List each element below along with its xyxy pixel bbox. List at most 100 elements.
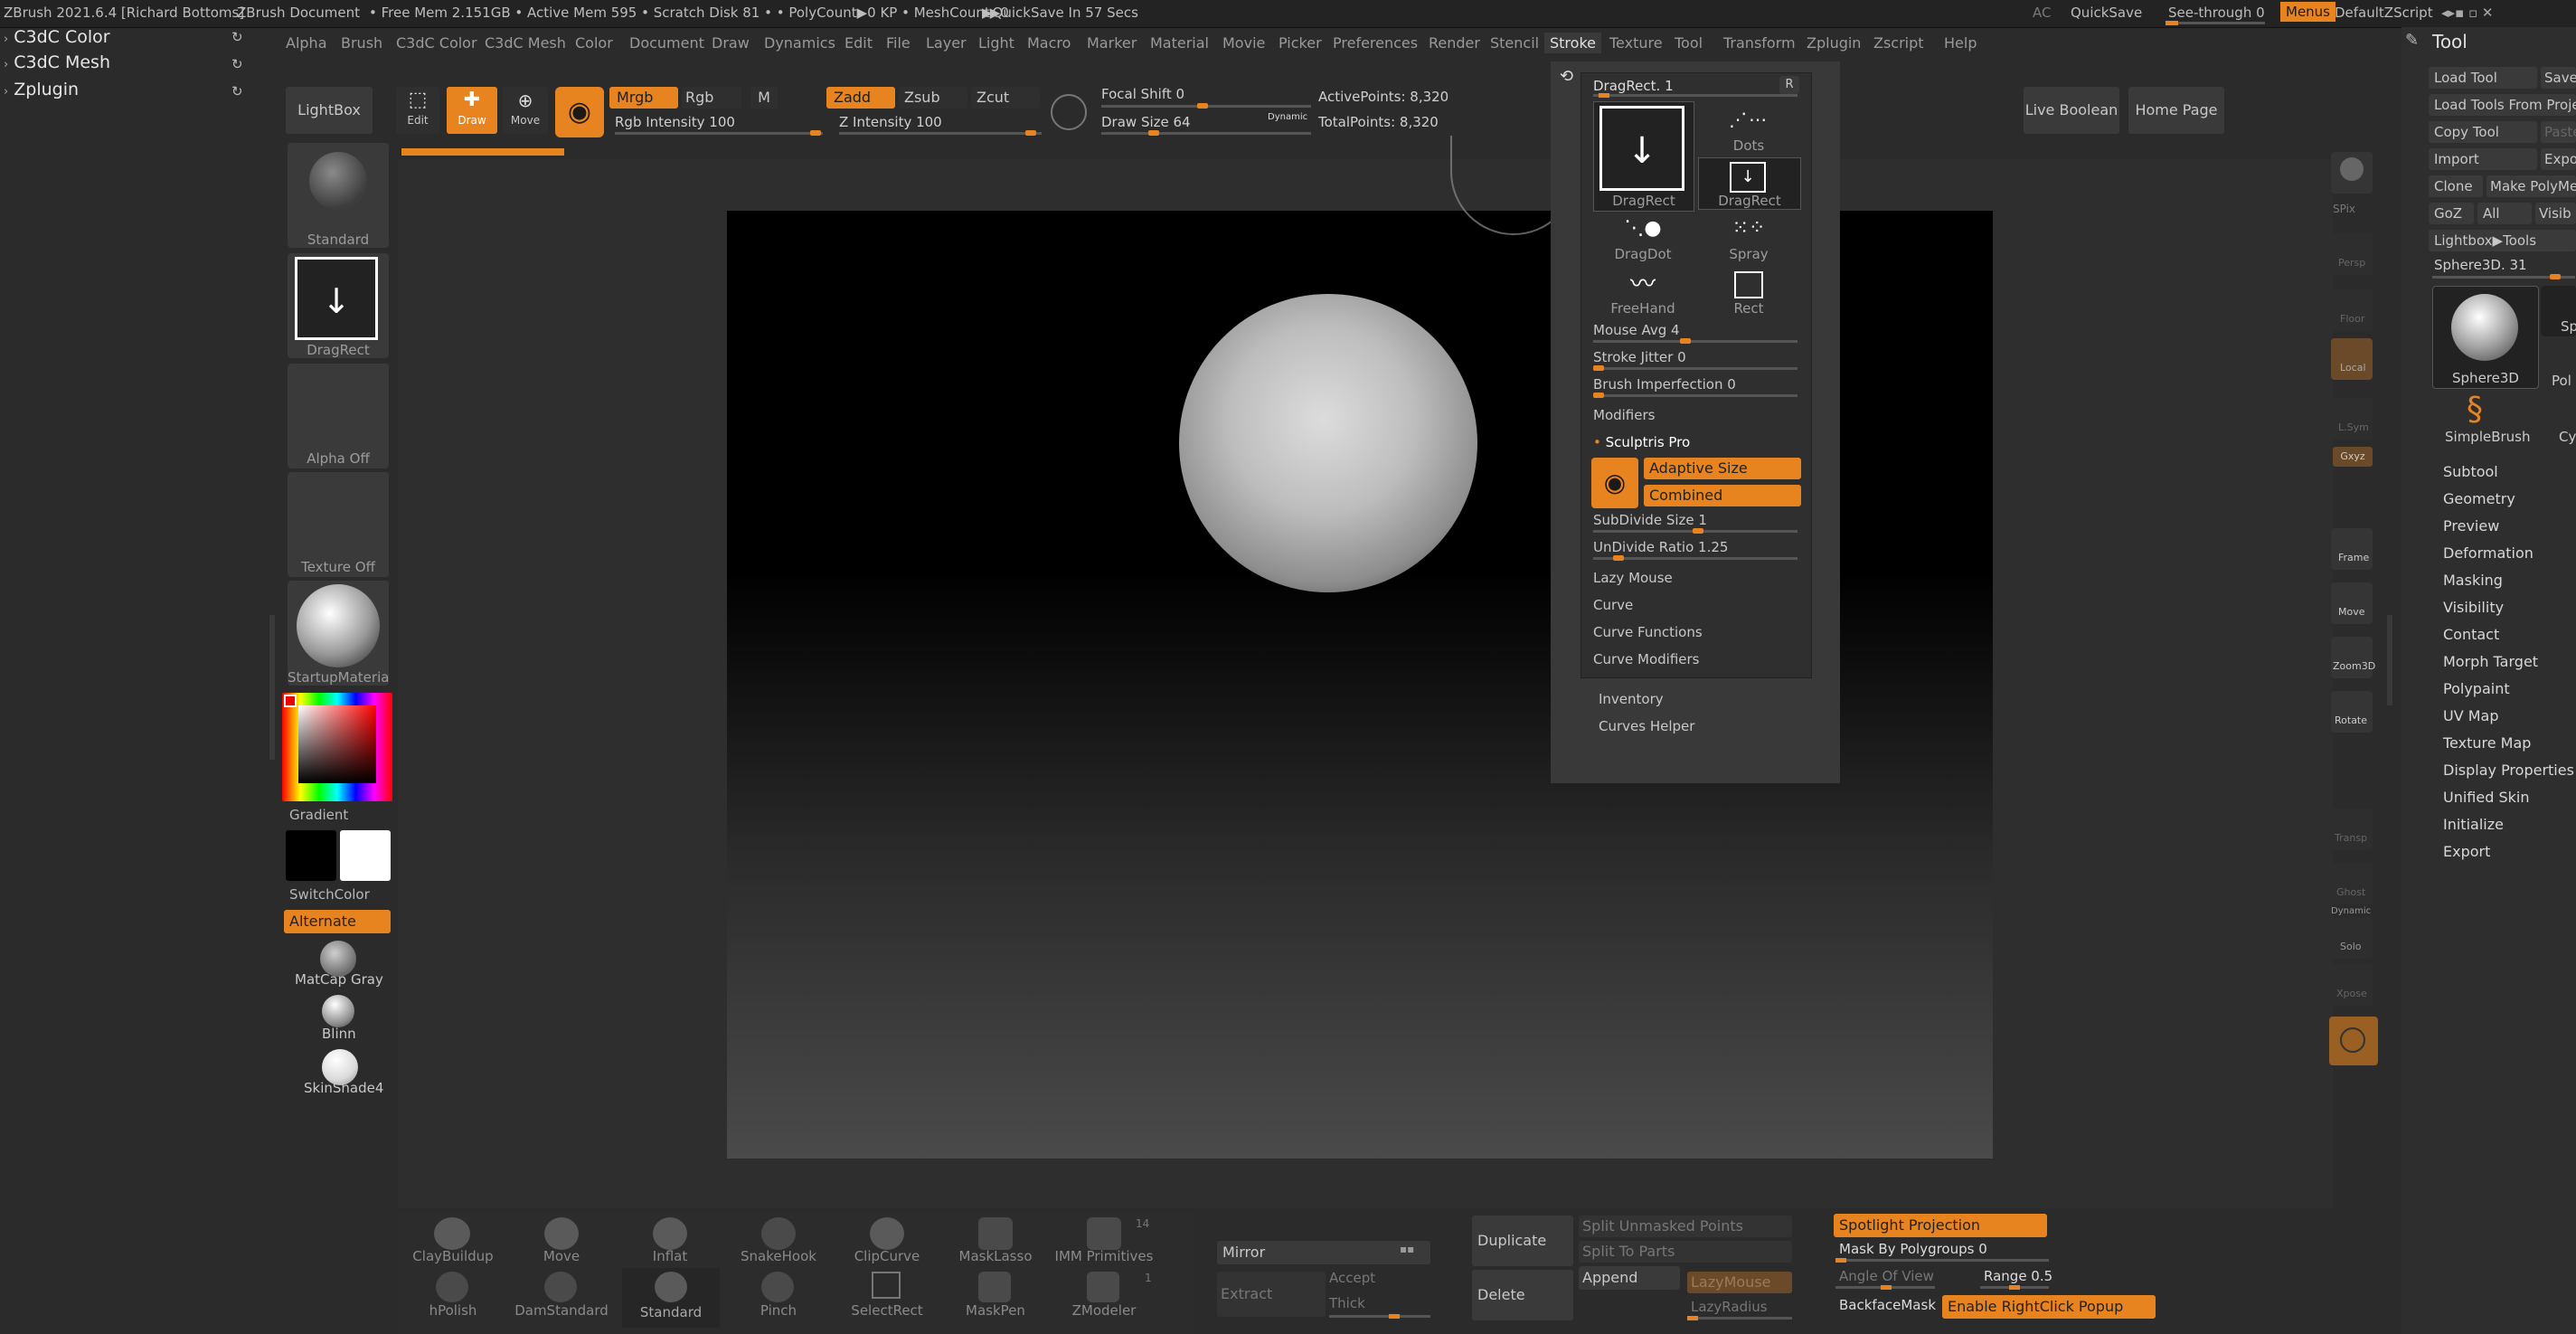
menu-dynamics[interactable]: Dynamics bbox=[764, 34, 835, 52]
thick-track[interactable] bbox=[1329, 1314, 1430, 1319]
alpha-thumbnail[interactable]: Alpha Off bbox=[288, 364, 389, 468]
masklasso-brush-icon[interactable] bbox=[978, 1217, 1013, 1250]
clipcurve-brush-icon[interactable] bbox=[870, 1217, 904, 1250]
export-tool-button[interactable]: Expo bbox=[2541, 148, 2576, 170]
ghost-button[interactable]: Ghost bbox=[2331, 863, 2373, 904]
undivide-ratio-knob[interactable] bbox=[1613, 555, 1624, 561]
z-intensity-track[interactable] bbox=[839, 132, 1042, 135]
standard-brush-selected[interactable]: Standard bbox=[622, 1268, 720, 1328]
menu-marker[interactable]: Marker bbox=[1087, 34, 1137, 52]
subdivide-size-slider[interactable]: SubDivide Size 1 bbox=[1593, 512, 1707, 528]
floor-button[interactable]: Floor bbox=[2331, 289, 2373, 331]
polypaint-subpalette[interactable]: Polypaint bbox=[2443, 680, 2510, 697]
clone-button[interactable]: Clone bbox=[2429, 175, 2483, 197]
move-button[interactable]: ⊕ Move bbox=[503, 87, 548, 134]
snakehook-brush-icon[interactable] bbox=[761, 1217, 796, 1250]
stroke-option-rect[interactable]: Rect bbox=[1698, 268, 1799, 318]
zmodeler-brush-icon[interactable] bbox=[1087, 1272, 1119, 1302]
mask-by-polygroups-track[interactable] bbox=[1835, 1258, 2049, 1263]
damstandard-brush-icon[interactable] bbox=[544, 1272, 577, 1302]
delete-button[interactable]: Delete bbox=[1472, 1270, 1573, 1320]
mirror-axis-icon[interactable]: ▪▪ bbox=[1400, 1243, 1414, 1255]
lazyradius-knob[interactable] bbox=[1687, 1316, 1698, 1320]
mouse-avg-knob[interactable] bbox=[1680, 338, 1691, 344]
z-intensity-slider[interactable]: Z Intensity 100 bbox=[839, 114, 942, 130]
stroke-slider-track[interactable] bbox=[1593, 93, 1798, 98]
lazyradius-slider[interactable]: LazyRadius bbox=[1691, 1299, 1768, 1315]
draw-size-track[interactable] bbox=[1101, 132, 1311, 135]
window-controls-icon[interactable]: ◂▸▪ ▫ ✕ bbox=[2441, 5, 2494, 21]
blinn-icon[interactable] bbox=[322, 995, 354, 1027]
menu-layer[interactable]: Layer bbox=[926, 34, 967, 52]
gxyz-button[interactable]: Gxyz bbox=[2333, 447, 2373, 467]
focal-shift-knob[interactable] bbox=[1197, 103, 1208, 109]
texture-map-subpalette[interactable]: Texture Map bbox=[2443, 734, 2531, 752]
copy-tool-button[interactable]: Copy Tool bbox=[2429, 121, 2537, 143]
draw-size-slider[interactable]: Draw Size 64 bbox=[1101, 114, 1191, 130]
goz-all-button[interactable]: All bbox=[2477, 203, 2532, 224]
tool-thumb-cylinder-label[interactable]: Cy bbox=[2559, 429, 2576, 445]
menu-light[interactable]: Light bbox=[978, 34, 1014, 52]
brush-imperfection-slider[interactable]: Brush Imperfection 0 bbox=[1593, 376, 1736, 393]
inflat-brush-icon[interactable] bbox=[653, 1217, 687, 1250]
right-tray-handle[interactable] bbox=[2387, 615, 2392, 705]
lazy-mouse-subpalette[interactable]: Lazy Mouse bbox=[1593, 570, 1673, 586]
thick-knob[interactable] bbox=[1389, 1314, 1400, 1319]
stroke-jitter-knob[interactable] bbox=[1593, 365, 1604, 371]
default-zscript-button[interactable]: DefaultZScript bbox=[2335, 5, 2433, 21]
inventory-subpalette[interactable]: Inventory bbox=[1599, 691, 1664, 707]
preview-subpalette[interactable]: Preview bbox=[2443, 517, 2499, 535]
sculptris-pro-button[interactable]: ◉ bbox=[555, 87, 604, 137]
menu-edit[interactable]: Edit bbox=[845, 34, 873, 52]
claybuildup-brush-icon[interactable] bbox=[434, 1217, 470, 1250]
selectrect-brush-icon[interactable] bbox=[872, 1272, 901, 1299]
stroke-jitter-slider[interactable]: Stroke Jitter 0 bbox=[1593, 349, 1686, 365]
angle-of-view-slider[interactable]: Angle Of View bbox=[1839, 1268, 1934, 1284]
visibility-subpalette[interactable]: Visibility bbox=[2443, 599, 2504, 616]
simplebrush-icon[interactable]: § bbox=[2467, 391, 2483, 428]
draw-size-knob[interactable] bbox=[1148, 130, 1159, 136]
live-boolean-button[interactable]: Live Boolean bbox=[2024, 87, 2119, 134]
focal-shift-slider[interactable]: Focal Shift 0 bbox=[1101, 86, 1184, 102]
transp-button[interactable]: Transp bbox=[2331, 809, 2373, 850]
menu-transform[interactable]: Transform bbox=[1723, 34, 1796, 52]
frame-button[interactable]: Frame bbox=[2331, 528, 2373, 570]
load-tool-button[interactable]: Load Tool bbox=[2429, 67, 2537, 89]
save-as-button[interactable]: Save bbox=[2541, 67, 2576, 89]
combined-button[interactable]: Combined bbox=[1644, 485, 1801, 506]
export-subpalette[interactable]: Export bbox=[2443, 843, 2490, 860]
rotate-button[interactable]: Rotate bbox=[2331, 691, 2373, 733]
masking-subpalette[interactable]: Masking bbox=[2443, 572, 2503, 589]
display-properties-subpalette[interactable]: Display Properties bbox=[2443, 762, 2574, 779]
menu-c3dc-mesh[interactable]: C3dC Mesh bbox=[485, 34, 566, 52]
menu-help[interactable]: Help bbox=[1944, 34, 1977, 52]
primary-color-swatch[interactable] bbox=[340, 830, 391, 881]
initialize-subpalette[interactable]: Initialize bbox=[2443, 816, 2504, 833]
brush-thumbnail[interactable]: Standard bbox=[288, 143, 389, 248]
imm-primitives-brush-icon[interactable] bbox=[1087, 1217, 1121, 1250]
polyframe-button[interactable] bbox=[2329, 1017, 2378, 1065]
make-polymesh-button[interactable]: Make PolyMe bbox=[2486, 175, 2576, 197]
zsub-button[interactable]: Zsub bbox=[899, 87, 967, 109]
menu-zscript[interactable]: Zscript bbox=[1873, 34, 1924, 52]
spix-button[interactable] bbox=[2331, 152, 2373, 194]
see-through-knob[interactable] bbox=[2166, 21, 2178, 25]
local-button[interactable]: Local bbox=[2331, 338, 2373, 380]
rgb-button[interactable]: Rgb bbox=[682, 87, 741, 109]
menu-c3dc-color[interactable]: C3dC Color bbox=[396, 34, 477, 52]
stroke-jitter-track[interactable] bbox=[1593, 367, 1798, 370]
lazymouse-button[interactable]: LazyMouse bbox=[1687, 1272, 1792, 1293]
pin-icon[interactable]: ↻ bbox=[231, 83, 243, 99]
brush-imperfection-knob[interactable] bbox=[1593, 393, 1604, 398]
texture-thumbnail[interactable]: Texture Off bbox=[288, 472, 389, 577]
mask-by-polygroups-slider[interactable]: Mask By Polygroups 0 bbox=[1839, 1241, 1987, 1257]
quicksave-button[interactable]: QuickSave bbox=[2071, 5, 2142, 21]
persp-button[interactable]: Persp bbox=[2331, 233, 2373, 275]
curve-subpalette[interactable]: Curve bbox=[1593, 597, 1633, 613]
rgb-intensity-track[interactable] bbox=[615, 132, 823, 135]
duplicate-button[interactable]: Duplicate bbox=[1472, 1216, 1573, 1266]
import-button[interactable]: Import bbox=[2429, 148, 2537, 170]
switch-color-button[interactable]: SwitchColor bbox=[289, 886, 370, 903]
tool-thumb-sp[interactable]: Sp bbox=[2541, 286, 2576, 336]
uv-map-subpalette[interactable]: UV Map bbox=[2443, 707, 2499, 724]
